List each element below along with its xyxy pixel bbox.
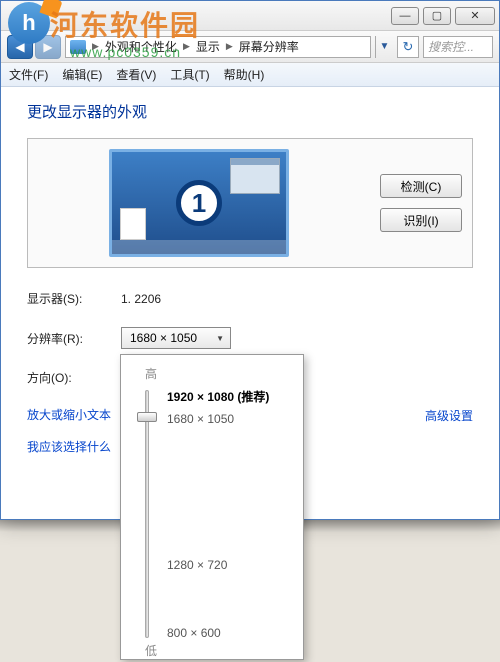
breadcrumb[interactable]: ▶ 外观和个性化 ▶ 显示 ▶ 屏幕分辨率	[65, 36, 371, 58]
navigation-bar: ◀ ▶ ▶ 外观和个性化 ▶ 显示 ▶ 屏幕分辨率 ▼ ↻ 搜索控...	[1, 31, 499, 63]
close-button[interactable]: ✕	[455, 7, 495, 25]
menu-help[interactable]: 帮助(H)	[224, 66, 265, 83]
zoom-text-link[interactable]: 放大或缩小文本	[27, 408, 111, 422]
resolution-dropdown[interactable]: 1680 × 1050	[121, 327, 231, 349]
resolution-option[interactable]: 1280 × 720	[167, 558, 227, 572]
resolution-label: 分辨率(R):	[27, 330, 121, 347]
menu-tools[interactable]: 工具(T)	[170, 66, 209, 83]
breadcrumb-item[interactable]: 显示	[196, 38, 220, 55]
back-button[interactable]: ◀	[7, 35, 33, 59]
menu-edit[interactable]: 编辑(E)	[62, 66, 102, 83]
control-panel-icon	[70, 40, 86, 54]
chevron-right-icon: ▶	[92, 41, 99, 52]
resolution-slider-track[interactable]	[139, 390, 155, 638]
menu-view[interactable]: 查看(V)	[116, 66, 156, 83]
slider-groove	[145, 390, 149, 638]
titlebar: — ▢ ✕	[1, 1, 499, 31]
preview-window-icon	[230, 158, 280, 194]
resolution-slider-popup: 高 1920 × 1080 (推荐) 1680 × 1050 1280 × 72…	[120, 354, 304, 660]
detect-button[interactable]: 检测(C)	[380, 174, 462, 198]
refresh-button[interactable]: ↻	[397, 36, 419, 58]
menu-bar: 文件(F) 编辑(E) 查看(V) 工具(T) 帮助(H)	[1, 63, 499, 87]
menu-file[interactable]: 文件(F)	[9, 66, 48, 83]
advanced-settings-link[interactable]: 高级设置	[425, 407, 473, 424]
forward-button[interactable]: ▶	[35, 35, 61, 59]
chevron-right-icon: ▶	[226, 41, 233, 52]
maximize-button[interactable]: ▢	[423, 7, 451, 25]
minimize-button[interactable]: —	[391, 7, 419, 25]
which-choose-link[interactable]: 我应该选择什么	[27, 440, 111, 454]
slider-high-label: 高	[145, 365, 291, 382]
monitor-number: 1	[176, 180, 222, 226]
page-title: 更改显示器的外观	[27, 101, 473, 122]
breadcrumb-item[interactable]: 外观和个性化	[105, 38, 177, 55]
breadcrumb-dropdown[interactable]: ▼	[375, 36, 393, 58]
resolution-option[interactable]: 800 × 600	[167, 626, 221, 640]
preview-taskbar	[112, 240, 286, 254]
chevron-right-icon: ▶	[183, 41, 190, 52]
display-label: 显示器(S):	[27, 290, 121, 307]
resolution-option[interactable]: 1680 × 1050	[167, 412, 234, 426]
resolution-row: 分辨率(R): 1680 × 1050	[27, 327, 473, 349]
resolution-option-recommended[interactable]: 1920 × 1080 (推荐)	[167, 388, 269, 405]
monitor-preview-box: 1 检测(C) 识别(I)	[27, 138, 473, 268]
orientation-label: 方向(O):	[27, 369, 121, 386]
identify-button[interactable]: 识别(I)	[380, 208, 462, 232]
display-row: 显示器(S): 1. 2206	[27, 290, 473, 307]
slider-low-label: 低	[145, 642, 291, 659]
breadcrumb-item[interactable]: 屏幕分辨率	[239, 38, 299, 55]
monitor-preview: 1	[38, 149, 360, 257]
search-input[interactable]: 搜索控...	[423, 36, 493, 58]
preview-paper-icon	[120, 208, 146, 240]
nav-arrows: ◀ ▶	[7, 35, 61, 59]
resolution-options: 1920 × 1080 (推荐) 1680 × 1050 1280 × 720 …	[167, 390, 291, 638]
monitor-action-buttons: 检测(C) 识别(I)	[380, 174, 462, 232]
monitor-visual[interactable]: 1	[109, 149, 289, 257]
display-value: 1. 2206	[121, 292, 161, 306]
slider-wrap: 1920 × 1080 (推荐) 1680 × 1050 1280 × 720 …	[131, 390, 291, 638]
slider-thumb[interactable]	[137, 412, 157, 422]
